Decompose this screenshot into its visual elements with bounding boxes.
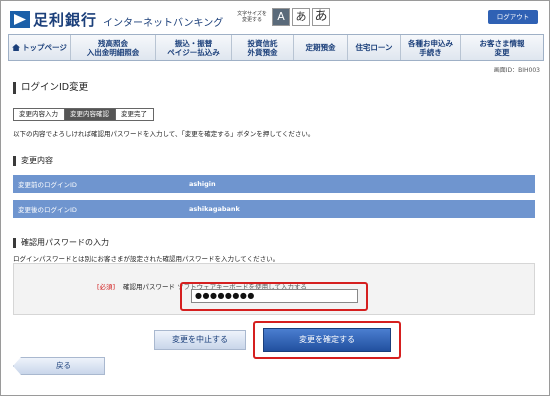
nav-transfer-label: 振込・振替 (174, 38, 213, 48)
header: 足利銀行 インターネットバンキング 文字サイズを変更する A あ あ ログアウト (1, 1, 549, 34)
nav-top-label: トップページ (22, 43, 67, 52)
nav-applications-label: 各種お申込み (408, 38, 453, 48)
nav-applications[interactable]: 各種お申込み 手続き (401, 35, 461, 60)
nav-customer-info[interactable]: お客さま情報 変更 (461, 35, 543, 60)
nav-investment-sub: 外貨預金 (247, 47, 278, 57)
screen-id: 画面ID：BIH003 (493, 67, 540, 74)
old-login-id-value: ashigin (189, 180, 216, 188)
service-name: インターネットバンキング (103, 17, 224, 29)
nav-housing-loan-label: 住宅ローン (355, 43, 393, 52)
nav-customer-info-label: お客さま情報 (479, 38, 525, 48)
old-login-id-label: 変更前のログインID (18, 181, 77, 189)
table-row: 変更後のログインID ashikagabank (13, 200, 535, 218)
font-size-small-button[interactable]: A (272, 8, 290, 26)
back-button[interactable]: 戻る (13, 357, 105, 375)
nav-investment-label: 投資信託 (247, 38, 278, 48)
nav-top[interactable]: トップページ (9, 35, 71, 60)
font-size-large-button[interactable]: あ (312, 8, 330, 26)
confirm-highlight (253, 321, 401, 359)
instruction-text: 以下の内容でよろしければ確認用パスワードを入力して、「変更を確定する」ボタンを押… (13, 130, 315, 138)
table-row: 変更前のログインID ashigin (13, 175, 535, 193)
nav-balance[interactable]: 残高照会 入出金明細照会 (71, 35, 156, 60)
new-login-id-label: 変更後のログインID (18, 206, 77, 214)
bank-logo-icon (10, 11, 30, 28)
nav-applications-sub: 手続き (419, 47, 442, 57)
nav-transfer[interactable]: 振込・振替 ペイジー払込み (156, 35, 232, 60)
nav-balance-label: 残高照会 (98, 38, 128, 48)
step-complete: 変更完了 (115, 108, 154, 121)
nav-time-deposit[interactable]: 定期預金 (294, 35, 348, 60)
step-confirm: 変更内容確認 (64, 108, 116, 121)
new-login-id-value: ashikagabank (189, 205, 240, 213)
bank-logo: 足利銀行 インターネットバンキング (10, 9, 223, 30)
nav-customer-info-sub: 変更 (494, 47, 510, 57)
step-input: 変更内容入力 (13, 108, 65, 121)
password-label-text: 確認用パスワード (123, 283, 175, 291)
nav-investment[interactable]: 投資信託 外貨預金 (232, 35, 294, 60)
changes-table: 変更前のログインID ashigin 変更後のログインID ashikagaba… (13, 175, 535, 218)
global-nav: トップページ 残高照会 入出金明細照会 振込・振替 ペイジー払込み 投資信託 外貨預金… (8, 34, 544, 61)
font-size-medium-button[interactable]: あ (292, 8, 310, 26)
nav-transfer-sub: ペイジー払込み (167, 47, 220, 57)
cancel-button[interactable]: 変更を中止する (154, 330, 246, 350)
nav-balance-sub: 入出金明細照会 (86, 47, 140, 57)
required-badge: [必須] (97, 283, 116, 291)
progress-steps: 変更内容入力 変更内容確認 変更完了 (13, 108, 154, 121)
page-title: ログインID変更 (13, 82, 88, 94)
nav-time-deposit-label: 定期預金 (305, 43, 336, 52)
logout-button[interactable]: ログアウト (488, 10, 538, 24)
bank-name: 足利銀行 (33, 11, 98, 29)
font-size-label: 文字サイズを変更する (237, 11, 267, 23)
password-note: ログインパスワードとは別にお客さまが設定された確認用パスワードを入力してください… (13, 255, 280, 263)
home-icon (12, 44, 21, 51)
nav-housing-loan[interactable]: 住宅ローン (348, 35, 401, 60)
password-section-title: 確認用パスワードの入力 (13, 238, 109, 248)
changes-section-title: 変更内容 (13, 156, 53, 166)
password-highlight (180, 282, 368, 311)
